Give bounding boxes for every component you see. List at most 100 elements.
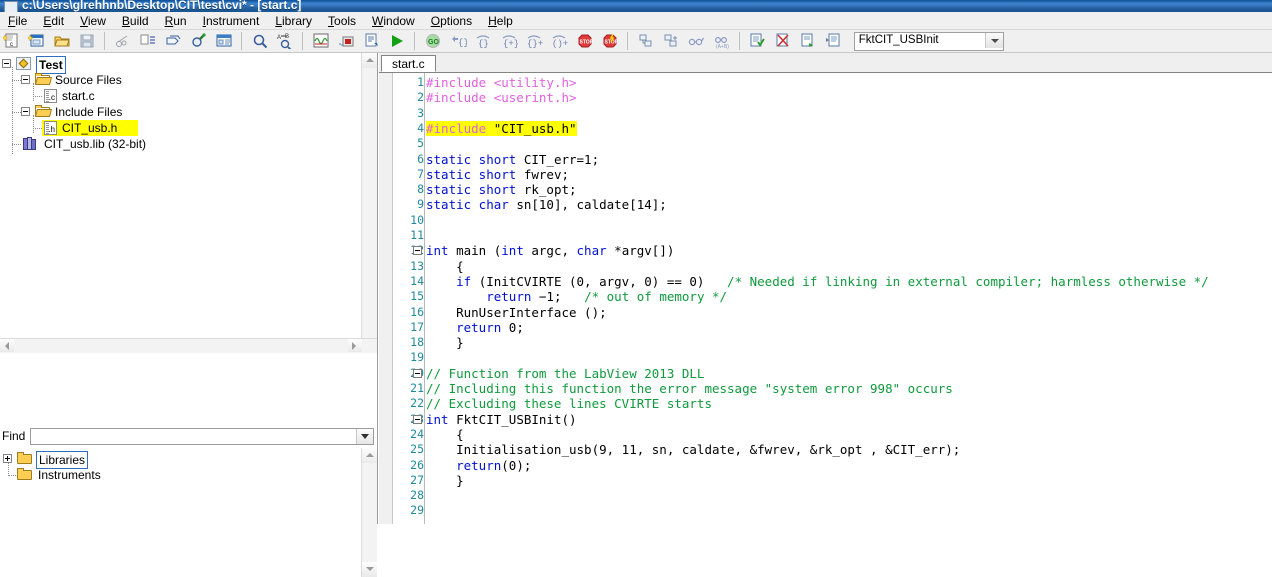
open-file-button[interactable] [51, 31, 73, 51]
editor-tab-strip: start.c [379, 53, 1272, 73]
menu-item-edit[interactable]: Edit [35, 12, 72, 29]
find-input[interactable] [33, 430, 357, 445]
tree-node-instruments[interactable]: Instruments [0, 467, 240, 483]
tree-node-cit-usb-h[interactable]: .h CIT_usb.h [0, 120, 240, 136]
code-line[interactable]: } [426, 473, 464, 488]
code-line[interactable]: int main (int argc, char *argv[]) [413, 243, 674, 258]
find-replace-button[interactable]: A B [274, 31, 296, 51]
code-line[interactable]: RunUserInterface (); [426, 305, 607, 320]
fold-collapse-icon[interactable] [413, 368, 422, 378]
graph-icon-button[interactable] [310, 31, 332, 51]
view-panel-button[interactable] [213, 31, 235, 51]
code-line[interactable]: static short fwrev; [426, 167, 569, 182]
menu-item-build[interactable]: Build [114, 12, 157, 29]
zoom-icon-button[interactable] [249, 31, 271, 51]
tree-node-cit-usb-lib[interactable]: CIT_usb.lib (32-bit) [0, 136, 260, 152]
run-button[interactable] [386, 31, 408, 51]
code-line[interactable]: // Excluding these lines CVIRTE starts [426, 396, 712, 411]
project-tree-hscrollbar[interactable] [0, 338, 377, 353]
project-tree[interactable]: Test Source Files .c start.c Include Fil… [0, 53, 377, 353]
code-line[interactable]: Initialisation_usb(9, 11, sn, caldate, &… [426, 442, 960, 457]
code-line[interactable]: // Including this function the error mes… [426, 381, 953, 396]
paste-icon-button[interactable] [162, 31, 184, 51]
code-line[interactable]: return −1; /* out of memory */ [426, 289, 727, 304]
fold-collapse-icon[interactable] [413, 246, 422, 256]
breakpoint-button[interactable] [635, 31, 657, 51]
expand-toggle-icon[interactable] [2, 59, 11, 68]
code-lines[interactable]: #include <utility.h> #include <userint.h>… [413, 75, 1272, 524]
code-line[interactable]: return(0); [426, 458, 531, 473]
tree-node-libraries[interactable]: Libraries [0, 451, 240, 469]
source-window-button[interactable] [361, 31, 383, 51]
code-token: rk_opt; [523, 182, 577, 198]
code-line[interactable]: static short rk_opt; [426, 182, 577, 197]
code-line[interactable]: static char sn[10], caldate[14]; [426, 197, 667, 212]
code-line[interactable]: int FktCIT_USBInit() [413, 412, 577, 427]
continue-button[interactable]: {}+ [523, 31, 545, 51]
menu-item-library[interactable]: Library [267, 12, 320, 29]
code-line[interactable]: // Function from the LabView 2013 DLL [413, 366, 704, 381]
step-out-button[interactable]: {+} [498, 31, 520, 51]
build-button[interactable] [746, 31, 768, 51]
find-input-wrapper[interactable] [30, 428, 374, 445]
new-ui-file-button[interactable] [25, 31, 47, 51]
code-line[interactable]: if (InitCVIRTE (0, argv, 0) == 0) /* Nee… [426, 274, 1209, 289]
tab-start-c[interactable]: start.c [381, 55, 436, 72]
terminate-button[interactable]: STOP [574, 31, 596, 51]
function-selector-combo[interactable]: FktCIT_USBInit [853, 32, 1004, 51]
scroll-up-icon[interactable] [362, 53, 377, 68]
array-display-button[interactable] [335, 31, 357, 51]
step-over-button[interactable]: {} [472, 31, 494, 51]
find-filter-dropdown-icon[interactable] [356, 429, 373, 444]
code-line[interactable]: #include "CIT_usb.h" [426, 120, 577, 136]
code-line[interactable]: static short CIT_err=1; [426, 152, 599, 167]
menu-item-instrument[interactable]: Instrument [195, 12, 268, 29]
find-icon-button[interactable] [188, 31, 210, 51]
watch-button[interactable] [685, 31, 707, 51]
save-file-button[interactable] [76, 31, 98, 51]
menu-item-options[interactable]: Options [423, 12, 480, 29]
build-cancel-button[interactable] [772, 31, 794, 51]
menu-item-file[interactable]: File [0, 12, 35, 29]
build-all-button[interactable] [822, 31, 844, 51]
project-tree-vscrollbar[interactable] [361, 53, 377, 353]
breakpoint-clear-button[interactable] [660, 31, 682, 51]
tree-node-source-files[interactable]: Source Files [0, 72, 240, 88]
indent-icon-button[interactable] [137, 31, 159, 51]
menu-item-window[interactable]: Window [364, 12, 423, 29]
tree-node-include-files[interactable]: Include Files [0, 104, 240, 120]
expand-toggle-icon[interactable] [21, 107, 30, 116]
build-run-button[interactable] [797, 31, 819, 51]
tree-node-start-c[interactable]: .c start.c [0, 88, 240, 104]
scroll-right-icon[interactable] [348, 339, 362, 352]
step-into-button[interactable]: {} [447, 31, 469, 51]
code-line[interactable]: { [426, 259, 464, 274]
scroll-down-icon[interactable] [362, 562, 377, 577]
code-line[interactable]: { [426, 427, 464, 442]
menu-item-run[interactable]: Run [157, 12, 195, 29]
code-line[interactable]: #include <utility.h> [426, 75, 577, 90]
menu-item-help[interactable]: Help [480, 12, 521, 29]
watch-expression-button[interactable]: (A+B) [711, 31, 733, 51]
code-line[interactable]: #include <userint.h> [426, 90, 577, 105]
library-tree-vscrollbar[interactable] [361, 448, 377, 577]
scroll-up-icon[interactable] [362, 448, 377, 463]
library-tree[interactable]: Libraries Instruments [0, 448, 377, 577]
menu-item-view[interactable]: View [72, 12, 114, 29]
menu-item-tools[interactable]: Tools [320, 12, 364, 29]
chevron-down-icon[interactable] [984, 33, 1003, 48]
scroll-left-icon[interactable] [0, 339, 14, 352]
fold-collapse-icon[interactable] [413, 414, 422, 424]
go-button[interactable]: GO [422, 31, 444, 51]
code-line[interactable]: } [426, 335, 464, 350]
code-token: if [456, 273, 479, 289]
code-line[interactable]: return 0; [426, 320, 524, 335]
expand-toggle-icon[interactable] [21, 75, 30, 84]
new-source-file-button[interactable]: c [0, 31, 22, 51]
cut-icon-button[interactable] [112, 31, 134, 51]
tree-node-root[interactable]: Test [0, 56, 200, 74]
expand-toggle-icon[interactable] [3, 454, 12, 463]
code-area[interactable]: 1234567891011121314151617181920212223242… [379, 73, 1272, 524]
terminate-all-button[interactable]: STOP [599, 31, 621, 51]
finish-function-button[interactable]: ()+ [548, 31, 570, 51]
